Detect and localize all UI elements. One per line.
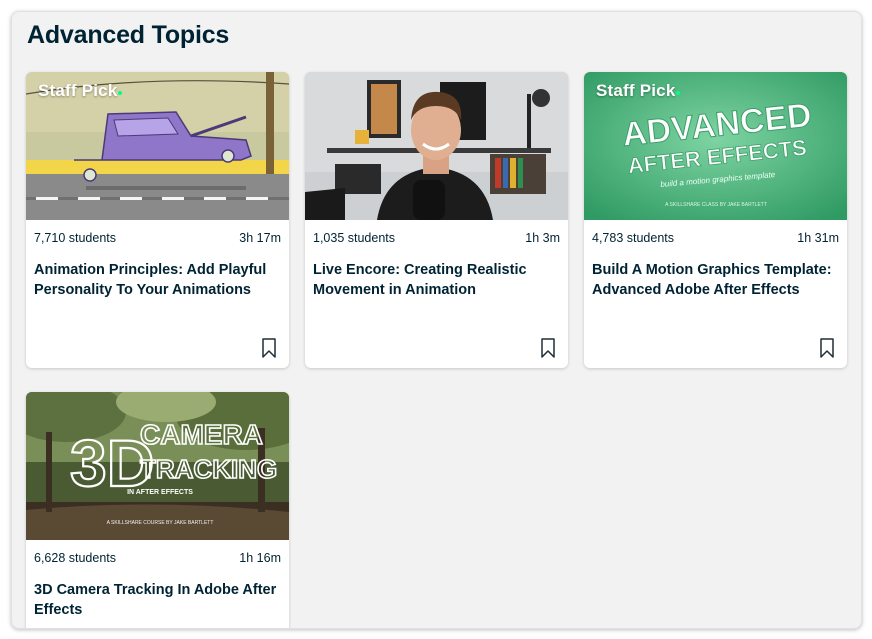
- course-title[interactable]: Live Encore: Creating Realistic Movement…: [313, 260, 558, 300]
- student-count: 6,628 students: [34, 551, 117, 565]
- course-card[interactable]: Staff Pick 7,710 students 3h 17m Animati…: [26, 72, 289, 368]
- course-duration: 1h 16m: [239, 551, 281, 565]
- thumb-tagline: IN AFTER EFFECTS: [127, 489, 193, 496]
- course-card[interactable]: 3D CAMERA TRACKING IN AFTER EFFECTS A SK…: [26, 392, 289, 628]
- course-meta: 6,628 students 1h 16m: [34, 551, 281, 567]
- student-count: 4,783 students: [592, 231, 675, 245]
- course-title[interactable]: Build A Motion Graphics Template: Advanc…: [592, 260, 837, 300]
- student-count: 1,035 students: [313, 231, 396, 245]
- thumb-credit: A SKILLSHARE COURSE BY JAKE BARTLETT: [107, 520, 214, 526]
- course-duration: 3h 17m: [239, 231, 281, 245]
- course-duration: 1h 31m: [797, 231, 839, 245]
- bookmark-icon[interactable]: [540, 338, 556, 358]
- advanced-topics-panel: Advanced Topics Staff Pick 7,710 student…: [11, 11, 862, 629]
- course-thumbnail[interactable]: [305, 72, 568, 220]
- course-thumbnail[interactable]: ADVANCED AFTER EFFECTS build a motion gr…: [584, 72, 847, 220]
- course-thumbnail[interactable]: Staff Pick: [26, 72, 289, 220]
- course-card[interactable]: ADVANCED AFTER EFFECTS build a motion gr…: [584, 72, 847, 368]
- bookmark-icon[interactable]: [819, 338, 835, 358]
- thumb-subheadline-2: TRACKING: [140, 454, 277, 484]
- course-meta: 4,783 students 1h 31m: [592, 231, 839, 247]
- course-thumbnail[interactable]: 3D CAMERA TRACKING IN AFTER EFFECTS A SK…: [26, 392, 289, 540]
- course-title[interactable]: Animation Principles: Add Playful Person…: [34, 260, 279, 300]
- course-meta: 1,035 students 1h 3m: [313, 231, 560, 247]
- course-title[interactable]: 3D Camera Tracking In Adobe After Effect…: [34, 580, 279, 620]
- staff-pick-badge: Staff Pick: [38, 81, 123, 101]
- thumb-subheadline: CAMERA: [140, 419, 263, 450]
- staff-pick-badge: Staff Pick: [596, 81, 681, 101]
- course-card[interactable]: 1,035 students 1h 3m Live Encore: Creati…: [305, 72, 568, 368]
- thumb-credit: A SKILLSHARE CLASS BY JAKE BARTLETT: [665, 202, 767, 208]
- instructor-photo: [305, 72, 568, 220]
- accent-dot: [118, 91, 123, 95]
- student-count: 7,710 students: [34, 231, 117, 245]
- course-duration: 1h 3m: [525, 231, 560, 245]
- course-meta: 7,710 students 3h 17m: [34, 231, 281, 247]
- accent-dot: [676, 91, 681, 95]
- camera-tracking-artwork: 3D CAMERA TRACKING IN AFTER EFFECTS A SK…: [26, 392, 289, 540]
- section-title: Advanced Topics: [27, 21, 230, 49]
- bookmark-icon[interactable]: [261, 338, 277, 358]
